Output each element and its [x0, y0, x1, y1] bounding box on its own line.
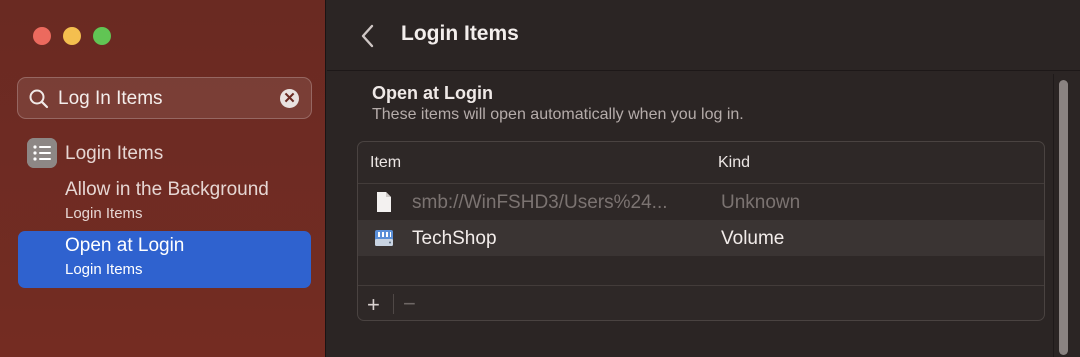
table-row[interactable]: TechShop Volume	[358, 220, 1044, 256]
column-header-item[interactable]: Item	[370, 154, 401, 172]
login-items-table: Item Kind smb://WinFSHD3/Users%24... Unk…	[357, 141, 1045, 321]
zoom-window-button[interactable]	[93, 27, 111, 45]
sidebar-item-title: Open at Login	[65, 235, 185, 256]
table-row[interactable]: smb://WinFSHD3/Users%24... Unknown	[358, 184, 1044, 220]
table-header: Item Kind	[358, 142, 1044, 184]
server-volume-icon	[375, 230, 393, 246]
clear-search-icon[interactable]: ✕	[280, 89, 299, 108]
search-field[interactable]: Log In Items ✕	[17, 77, 312, 119]
scrollbar-thumb[interactable]	[1059, 80, 1068, 355]
row-item-kind: Unknown	[721, 192, 801, 213]
main-content: Login Items Open at Login These items wi…	[327, 0, 1080, 357]
sidebar-item-open-at-login[interactable]: Open at Login Login Items	[18, 231, 311, 288]
vertical-scrollbar[interactable]	[1053, 74, 1072, 357]
sidebar-item-allow-in-background[interactable]: Allow in the Background Login Items	[18, 175, 311, 232]
search-input-value[interactable]: Log In Items	[58, 88, 163, 110]
search-icon	[29, 89, 49, 109]
section-subtitle: These items will open automatically when…	[372, 106, 744, 123]
minimize-window-button[interactable]	[63, 27, 81, 45]
row-item-name: TechShop	[412, 228, 497, 249]
footer-divider	[393, 294, 394, 314]
add-item-button[interactable]: +	[367, 292, 380, 318]
document-icon	[377, 192, 391, 212]
column-header-kind[interactable]: Kind	[718, 154, 750, 172]
remove-item-button[interactable]: −	[403, 291, 416, 317]
sidebar-item-subtitle: Login Items	[65, 261, 143, 278]
row-item-kind: Volume	[721, 228, 785, 249]
page-title: Login Items	[401, 22, 519, 45]
table-footer-controls: + −	[358, 285, 1044, 320]
sidebar-item-subtitle: Login Items	[65, 205, 143, 222]
list-icon	[27, 138, 57, 168]
sidebar: Log In Items ✕ Login Items Allow in the …	[0, 0, 326, 357]
sidebar-item-title: Allow in the Background	[65, 179, 269, 200]
close-window-button[interactable]	[33, 27, 51, 45]
row-item-name: smb://WinFSHD3/Users%24...	[412, 192, 668, 213]
header-divider	[327, 70, 1080, 71]
sidebar-group-label: Login Items	[65, 143, 164, 164]
section-title: Open at Login	[372, 83, 493, 103]
back-chevron-icon[interactable]	[357, 23, 379, 49]
